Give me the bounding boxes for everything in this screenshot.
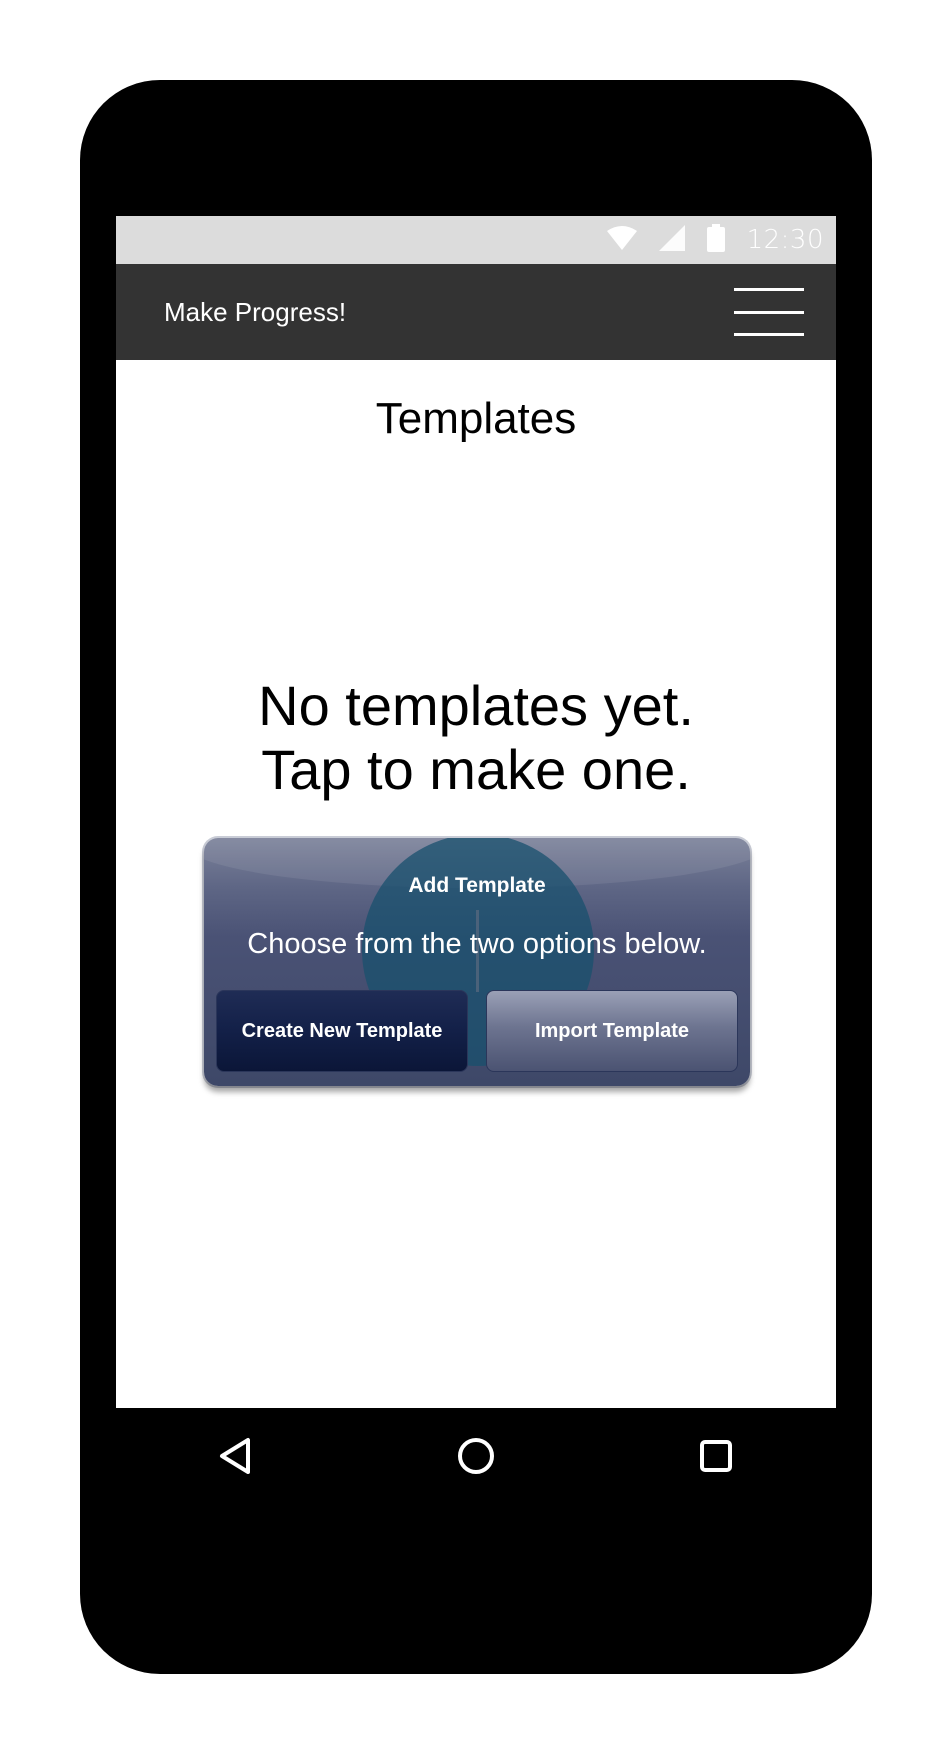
empty-state-line-2: Tap to make one. <box>261 738 691 801</box>
recents-icon[interactable] <box>686 1426 746 1486</box>
app-bar: Make Progress! <box>116 264 836 360</box>
status-bar: 12:30 <box>116 216 836 264</box>
status-time: 12:30 <box>746 225 824 255</box>
navigation-bar <box>116 1408 836 1504</box>
signal-icon <box>658 224 685 256</box>
import-template-button[interactable]: Import Template <box>486 990 738 1072</box>
hamburger-menu-icon[interactable] <box>734 288 804 336</box>
dialog-message: Choose from the two options below. <box>247 928 707 960</box>
dialog-title: Add Template <box>408 874 546 897</box>
app-title: Make Progress! <box>164 297 347 327</box>
empty-state-line-1: No templates yet. <box>258 674 694 737</box>
add-template-dialog: Add Template Choose from the two options… <box>204 838 750 1086</box>
device-screen: 12:30 Make Progress! Templates No templa… <box>116 216 836 1408</box>
empty-state-message[interactable]: No templates yet. Tap to make one. <box>116 674 836 802</box>
back-icon[interactable] <box>206 1426 266 1486</box>
wifi-icon <box>606 225 637 256</box>
page-title: Templates <box>375 394 577 443</box>
battery-icon <box>706 223 725 257</box>
create-new-template-button[interactable]: Create New Template <box>216 990 468 1072</box>
home-icon[interactable] <box>446 1426 506 1486</box>
